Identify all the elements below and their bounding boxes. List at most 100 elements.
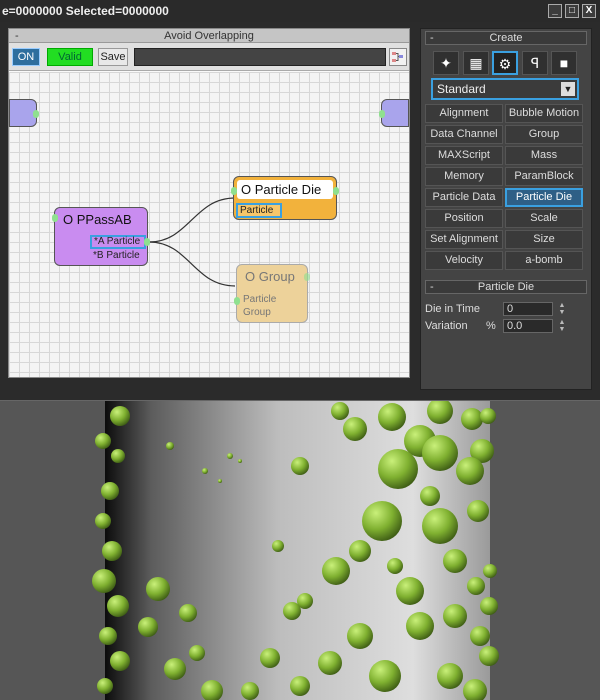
ppassab-input-port[interactable] [52,214,58,222]
variation-field[interactable]: 0.0 [503,319,553,333]
table-icon[interactable]: ▦ [463,51,489,75]
input-stub-port[interactable] [33,110,39,118]
particle-sphere [480,597,498,615]
particle-sphere [218,479,222,483]
particle-sphere [95,433,111,449]
maximize-button[interactable]: □ [565,4,579,18]
operator-button-paramblock[interactable]: ParamBlock [505,167,583,186]
selection-status: e=0000000 Selected=0000000 [2,4,169,18]
group-port-line1: Particle [243,294,277,305]
status-bar: e=0000000 Selected=0000000 _ □ X [0,0,600,22]
ppassab-node[interactable]: O PPassAB *A Particle *B Particle [52,207,150,266]
editor-header[interactable]: - Avoid Overlapping [9,29,409,43]
particle-sphere [378,403,406,431]
operator-button-group[interactable]: Group [505,125,583,144]
valid-button[interactable]: Valid [47,48,93,66]
ppassab-port-a[interactable]: *A Particle [90,235,146,249]
category-dropdown[interactable]: Standard ▼ [431,78,579,100]
input-stub-node[interactable] [9,99,39,127]
particle-sphere [467,577,485,595]
particle-icon[interactable]: ✦ [433,51,459,75]
close-button[interactable]: X [582,4,596,18]
particle-sphere [95,513,111,529]
create-title: Create [489,32,523,44]
collapse-icon[interactable]: - [15,29,19,43]
on-button[interactable]: ON [12,48,40,66]
particle-sphere [260,648,280,668]
particle-sphere [291,457,309,475]
particle-sphere [238,459,242,463]
operator-button-memory[interactable]: Memory [425,167,503,186]
particle-sphere [422,508,458,544]
particle-sphere [331,402,349,420]
output-stub-node[interactable] [379,99,409,127]
particle-sphere [369,660,401,692]
ppassab-title: O PPassAB [63,212,132,227]
group-input-port[interactable] [234,297,240,305]
group-title: O Group [245,269,295,284]
particle-sphere [470,626,490,646]
chevron-down-icon[interactable]: ▼ [561,82,575,96]
operator-button-mass[interactable]: Mass [505,146,583,165]
particle-sphere [138,617,158,637]
die-in-time-field[interactable]: 0 [503,302,553,316]
variation-label: Variation [425,320,468,332]
particle-sphere [101,482,119,500]
particle-sphere [480,408,496,424]
particle-sphere [467,500,489,522]
particle-sphere [422,435,458,471]
create-rollout-header[interactable]: - Create [425,31,587,45]
die-in-time-label: Die in Time [425,303,481,315]
operator-button-scale[interactable]: Scale [505,209,583,228]
ppassab-output-port[interactable] [144,238,150,246]
minimize-button[interactable]: _ [548,4,562,18]
operator-button-set-alignment[interactable]: Set Alignment [425,230,503,249]
variation-spinner[interactable]: ▲ ▼ [558,319,566,333]
particle-die-port[interactable]: Particle [236,203,282,218]
operator-button-data-channel[interactable]: Data Channel [425,125,503,144]
particle-sphere [111,449,125,463]
particle-sphere [227,453,233,459]
operator-button-position[interactable]: Position [425,209,503,228]
script-field[interactable] [134,48,386,66]
particle-sphere [290,676,310,696]
particle-die-collapse-icon[interactable]: - [430,281,434,293]
particle-sphere [146,577,170,601]
gear-icon[interactable]: ⚙ [492,51,518,75]
particle-sphere [166,442,174,450]
particle-sphere [387,558,403,574]
particle-sphere [97,678,113,694]
ppassab-port-b[interactable]: *B Particle [93,250,140,261]
create-collapse-icon[interactable]: - [430,32,434,44]
particle-die-rollout-header[interactable]: - Particle Die [425,280,587,294]
output-stub-port[interactable] [379,110,385,118]
operator-button-particle-die[interactable]: Particle Die [505,188,583,207]
particle-sphere [420,486,440,506]
particle-sphere [349,540,371,562]
operator-button-particle-data[interactable]: Particle Data [425,188,503,207]
particle-die-node[interactable]: O Particle Die Particle [231,176,339,220]
particle-die-output-port[interactable] [333,187,339,195]
operator-button-bubble-motion[interactable]: Bubble Motion [505,104,583,123]
cube-icon[interactable]: ■ [551,51,577,75]
node-canvas[interactable]: O PPassAB *A Particle *B Particle O Part… [9,72,409,377]
particle-die-rollout-title: Particle Die [477,281,535,293]
operator-button-velocity[interactable]: Velocity [425,251,503,270]
save-button[interactable]: Save [98,48,128,66]
window-buttons: _ □ X [548,4,596,18]
particle-sphere [479,646,499,666]
group-output-port[interactable] [304,273,310,281]
group-node[interactable]: O Group Particle Group [234,264,310,323]
viewport[interactable] [0,400,600,700]
operator-button-size[interactable]: Size [505,230,583,249]
wrench-icon[interactable]: ꟼ [522,51,548,75]
operator-button-alignment[interactable]: Alignment [425,104,503,123]
particle-sphere [241,682,259,700]
operator-button-maxscript[interactable]: MAXScript [425,146,503,165]
die-in-time-spinner[interactable]: ▲ ▼ [558,302,566,316]
layout-icon[interactable] [389,48,407,66]
particle-sphere [347,623,373,649]
operator-button-a-bomb[interactable]: a-bomb [505,251,583,270]
editor-title: Avoid Overlapping [164,30,254,42]
particle-sphere [443,604,467,628]
